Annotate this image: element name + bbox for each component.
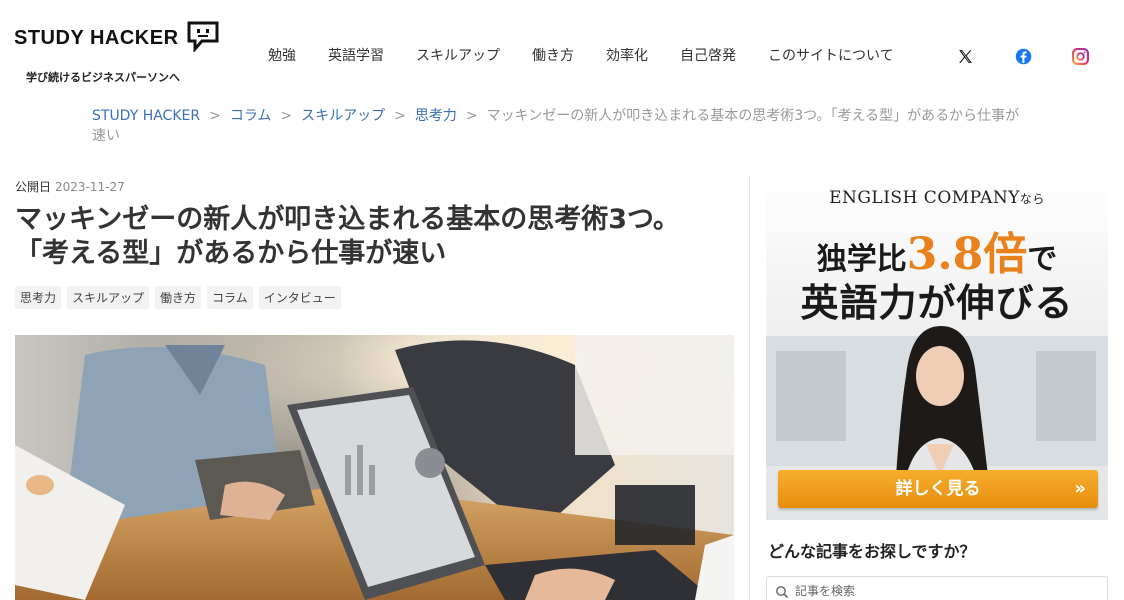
- ad-headline-2: 英語力が伸びる: [800, 280, 1074, 325]
- article-tags: 思考力 スキルアップ 働き方 コラム インタビュー: [15, 286, 341, 309]
- tag-column[interactable]: コラム: [207, 286, 253, 309]
- breadcrumb-separator: >: [209, 108, 221, 124]
- ad-cta-button[interactable]: 詳しく見る »: [778, 470, 1098, 508]
- nav-item-skillup[interactable]: スキルアップ: [416, 45, 500, 65]
- breadcrumb-skillup[interactable]: スキルアップ: [301, 108, 385, 124]
- column-divider: [749, 175, 750, 600]
- facebook-icon[interactable]: [1015, 48, 1032, 69]
- nav-item-efficiency[interactable]: 効率化: [606, 45, 648, 65]
- breadcrumb: STUDY HACKER > コラム > スキルアップ > 思考力 > マッキンゼーの新人が叩き…: [92, 106, 1032, 146]
- speech-bubble-icon: [186, 20, 220, 56]
- tag-interview[interactable]: インタビュー: [258, 286, 341, 309]
- article-title: マッキンゼーの新人が叩き込まれる基本の思考術3つ。 「考える型」があるから仕事が…: [15, 203, 735, 271]
- ad-brand-name: ENGLISH COMPANY: [829, 188, 1020, 208]
- english-company-ad-banner[interactable]: ENGLISH COMPANYなら 独学比3.8倍で 英語力が伸びる 詳しく見る…: [766, 176, 1108, 520]
- nav-item-workstyle[interactable]: 働き方: [532, 45, 574, 65]
- breadcrumb-column[interactable]: コラム: [230, 108, 272, 124]
- article-hero-image: [15, 335, 734, 600]
- ad-brand-suffix: なら: [1019, 192, 1045, 206]
- social-links: [957, 48, 1089, 69]
- nav-item-english[interactable]: 英語学習: [328, 45, 384, 65]
- breadcrumb-separator: >: [394, 108, 406, 124]
- tag-workstyle[interactable]: 働き方: [155, 286, 202, 309]
- tag-skillup[interactable]: スキルアップ: [67, 286, 150, 309]
- breadcrumb-separator: >: [465, 108, 478, 124]
- instagram-icon[interactable]: [1072, 48, 1089, 69]
- logo-text: STUDY HACKER: [14, 26, 179, 49]
- breadcrumb-thinking[interactable]: 思考力: [415, 108, 457, 124]
- site-logo[interactable]: STUDY HACKER: [14, 20, 220, 56]
- ad-cta-label: 詳しく見る: [895, 479, 981, 499]
- breadcrumb-separator: >: [280, 108, 293, 124]
- nav-item-study[interactable]: 勉強: [268, 45, 296, 65]
- breadcrumb-home[interactable]: STUDY HACKER: [92, 108, 200, 124]
- article-meta: 公開日 2023-11-27: [15, 178, 125, 195]
- site-tagline: 学び続けるビジネスパーソンへ: [26, 71, 180, 84]
- tag-thinking[interactable]: 思考力: [15, 286, 62, 309]
- main-nav: 勉強 英語学習 スキルアップ 働き方 効率化 自己啓発 このサイトについて: [268, 45, 926, 65]
- search-icon: [775, 584, 789, 600]
- published-date: 2023-11-27: [55, 180, 125, 194]
- ad-brand: ENGLISH COMPANYなら: [766, 188, 1108, 208]
- published-label: 公開日: [15, 180, 52, 194]
- search-input[interactable]: [795, 581, 1095, 600]
- x-icon[interactable]: [957, 48, 974, 69]
- title-line-1: マッキンゼーの新人が叩き込まれる基本の思考術3つ。: [15, 204, 680, 235]
- title-line-2: 「考える型」があるから仕事が速い: [15, 238, 447, 269]
- search-box: [766, 576, 1108, 600]
- nav-item-self-development[interactable]: 自己啓発: [680, 45, 736, 65]
- search-heading: どんな記事をお探しですか？: [768, 542, 976, 561]
- nav-item-about[interactable]: このサイトについて: [768, 45, 894, 65]
- double-chevron-right-icon: »: [1074, 478, 1086, 499]
